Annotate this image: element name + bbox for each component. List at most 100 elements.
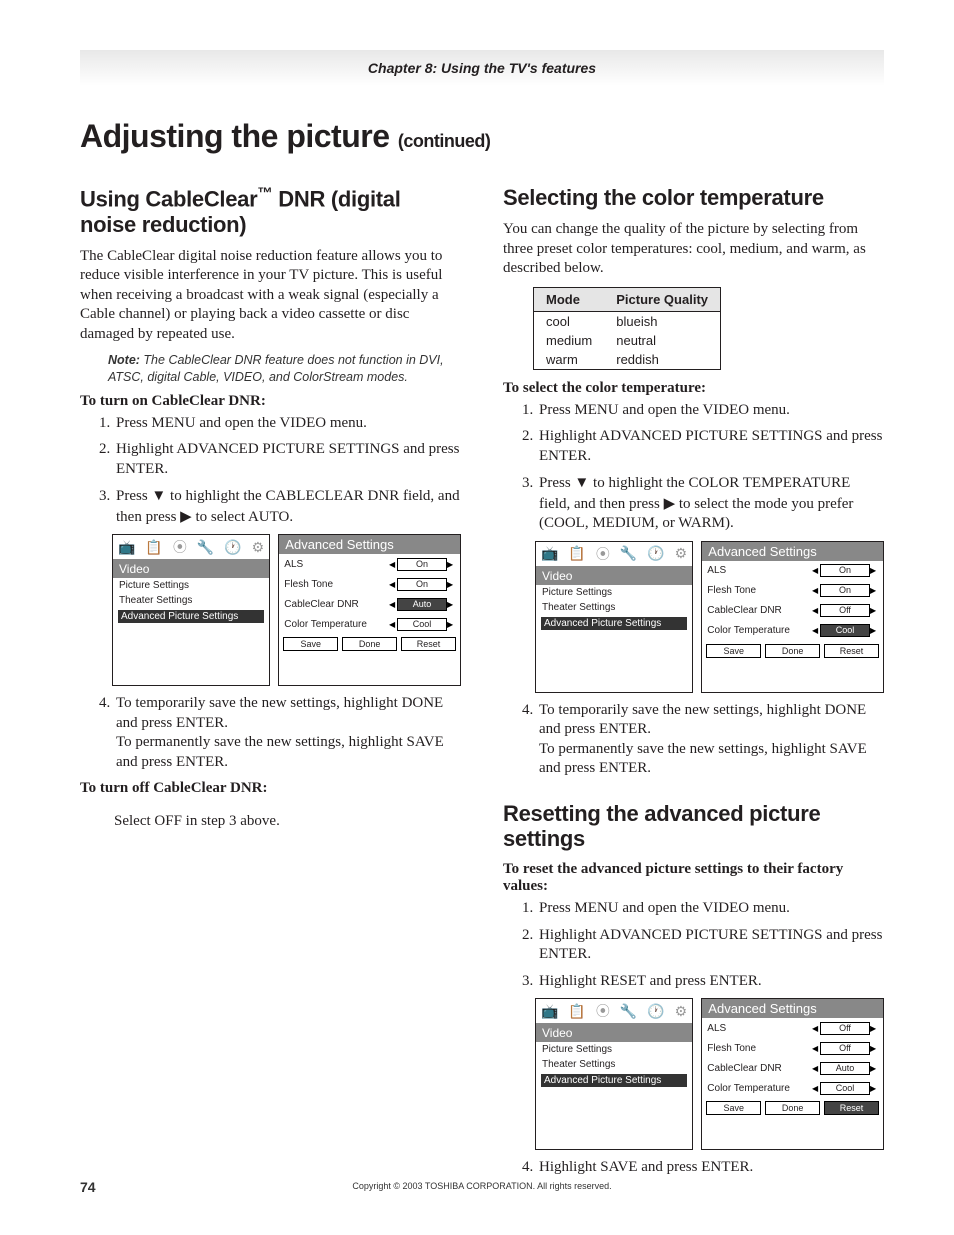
right-arrow-icon: ▶ [870, 1024, 878, 1033]
left-arrow-icon: ◀ [389, 600, 397, 609]
menu-tab-icon: 📺 [118, 539, 135, 556]
copyright-text: Copyright © 2003 TOSHIBA CORPORATION. Al… [80, 1181, 884, 1191]
turn-off-heading: To turn off CableClear DNR: [80, 780, 461, 797]
step-1: Press MENU and open the VIDEO menu. [114, 414, 461, 434]
page-footer: 74 Copyright © 2003 TOSHIBA CORPORATION.… [80, 1179, 884, 1195]
menu-tab-icon: ⚙ [675, 1003, 688, 1020]
heading-text-pre: Using CableClear [80, 186, 257, 211]
right-arrow-icon: ▶ [870, 586, 878, 595]
menu-figure-3: 📺📋⦿🔧🕐⚙VideoPicture SettingsTheater Setti… [535, 998, 884, 1150]
menu-tab-icon: 📋 [145, 539, 162, 556]
setting-value: Cool [820, 1082, 870, 1095]
step-2: Highlight ADVANCED PICTURE SETTINGS and … [537, 926, 884, 965]
right-arrow-icon: ▶ [870, 626, 878, 635]
step-4: Highlight SAVE and press ENTER. [537, 1158, 884, 1178]
setting-row: Color Temperature◀Cool▶ [702, 621, 883, 641]
left-arrow-icon: ◀ [812, 1024, 820, 1033]
left-arrow-icon: ◀ [389, 560, 397, 569]
menu-figure-2: 📺📋⦿🔧🕐⚙VideoPicture SettingsTheater Setti… [535, 541, 884, 693]
step-3-a: Press [116, 488, 151, 504]
left-arrow-icon: ◀ [812, 1084, 820, 1093]
menu-tab-icon: 🔧 [620, 1003, 637, 1020]
right-arrow-icon: ▶ [870, 566, 878, 575]
step-3: Highlight RESET and press ENTER. [537, 972, 884, 992]
cell-quality: blueish [604, 311, 720, 331]
menu-button: Reset [824, 644, 879, 658]
left-arrow-icon: ◀ [812, 606, 820, 615]
step-4: To temporarily save the new settings, hi… [114, 694, 461, 772]
menu-button: Done [765, 644, 820, 658]
setting-value: On [820, 564, 870, 577]
right-arrow-icon: ▶ [664, 494, 676, 514]
advanced-settings-panel: Advanced SettingsALS◀Off▶Flesh Tone◀Off▶… [701, 998, 884, 1150]
right-arrow-icon: ▶ [447, 580, 455, 589]
step-4-a: To temporarily save the new settings, hi… [539, 702, 866, 738]
cell-quality: neutral [604, 331, 720, 350]
setting-label: Flesh Tone [284, 579, 389, 590]
video-menu-item: Advanced Picture Settings [540, 1073, 688, 1088]
step-4-b: To permanently save the new settings, hi… [539, 741, 867, 777]
advanced-settings-header: Advanced Settings [702, 542, 883, 561]
right-arrow-icon: ▶ [870, 606, 878, 615]
turn-off-body: Select OFF in step 3 above. [114, 812, 461, 832]
video-menu-item: Theater Settings [536, 600, 692, 615]
left-arrow-icon: ◀ [389, 580, 397, 589]
setting-row: Color Temperature◀Cool▶ [279, 614, 460, 634]
menu-tab-icon: ⚙ [675, 545, 688, 562]
page-title: Adjusting the picture (continued) [80, 118, 884, 155]
left-arrow-icon: ◀ [812, 566, 820, 575]
video-menu-item: Picture Settings [536, 1042, 692, 1057]
video-menu-item: Advanced Picture Settings [117, 609, 265, 624]
setting-row: ALS◀On▶ [702, 561, 883, 581]
menu-button: Reset [401, 637, 456, 651]
step-3-c: to select AUTO. [192, 509, 293, 525]
menu-button: Save [706, 1101, 761, 1115]
menu-button: Done [342, 637, 397, 651]
reset-steps: Press MENU and open the VIDEO menu. High… [517, 899, 884, 991]
section-reset-heading: Resetting the advanced picture settings [503, 801, 884, 852]
menu-tab-icon: 📺 [541, 545, 558, 562]
table-header-quality: Picture Quality [604, 287, 720, 311]
menu-figure-1: 📺📋⦿🔧🕐⚙VideoPicture SettingsTheater Setti… [112, 534, 461, 686]
menu-button: Save [706, 644, 761, 658]
tm-symbol: ™ [257, 185, 272, 202]
step-2: Highlight ADVANCED PICTURE SETTINGS and … [114, 440, 461, 479]
down-arrow-icon: ▼ [574, 473, 589, 493]
setting-value: Auto [820, 1062, 870, 1075]
turn-on-steps-cont: To temporarily save the new settings, hi… [94, 694, 461, 772]
setting-value: On [397, 578, 447, 591]
step-4-a: To temporarily save the new settings, hi… [116, 695, 443, 731]
menu-button: Done [765, 1101, 820, 1115]
menu-tab-icon: ⦿ [596, 1001, 610, 1021]
step-4-b: To permanently save the new settings, hi… [116, 734, 444, 770]
setting-row: Flesh Tone◀Off▶ [702, 1038, 883, 1058]
setting-label: CableClear DNR [707, 605, 812, 616]
chapter-header: Chapter 8: Using the TV's features [80, 50, 884, 86]
cell-quality: reddish [604, 350, 720, 370]
setting-value: Off [820, 1022, 870, 1035]
menu-tab-icon: 🔧 [620, 545, 637, 562]
video-menu-item: Advanced Picture Settings [540, 616, 688, 631]
step-2: Highlight ADVANCED PICTURE SETTINGS and … [537, 427, 884, 466]
menu-tab-icon: 🔧 [197, 539, 214, 556]
menu-tab-icon: ⚙ [252, 539, 265, 556]
right-arrow-icon: ▶ [447, 600, 455, 609]
video-menu-item: Picture Settings [113, 578, 269, 593]
video-menu-item: Theater Settings [113, 593, 269, 608]
left-arrow-icon: ◀ [812, 586, 820, 595]
section-cableclear-heading: Using CableClear™ DNR (digital noise red… [80, 185, 461, 237]
setting-label: Flesh Tone [707, 1043, 812, 1054]
video-menu-item: Theater Settings [536, 1057, 692, 1072]
reset-heading: To reset the advanced picture settings t… [503, 861, 884, 895]
setting-row: CableClear DNR◀Auto▶ [279, 594, 460, 614]
setting-row: Flesh Tone◀On▶ [279, 574, 460, 594]
left-arrow-icon: ◀ [812, 626, 820, 635]
video-menu-panel: 📺📋⦿🔧🕐⚙VideoPicture SettingsTheater Setti… [535, 541, 693, 693]
button-row: Save Done Reset [702, 641, 883, 663]
advanced-settings-header: Advanced Settings [702, 999, 883, 1018]
right-column: Selecting the color temperature You can … [503, 175, 884, 1185]
mode-quality-table: Mode Picture Quality coolblueish mediumn… [533, 287, 721, 370]
setting-value: On [820, 584, 870, 597]
step-1: Press MENU and open the VIDEO menu. [537, 899, 884, 919]
left-arrow-icon: ◀ [812, 1064, 820, 1073]
